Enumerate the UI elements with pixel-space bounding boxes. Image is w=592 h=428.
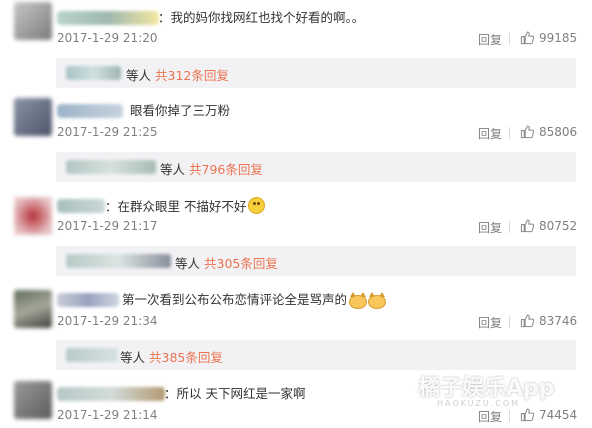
avatar[interactable] (14, 381, 52, 419)
like-count: 99185 (539, 30, 578, 45)
reply-summary-text: 等人 共312条回复 (126, 68, 229, 83)
replier-names-blurred (66, 348, 118, 362)
like-button[interactable]: 80752 (520, 218, 577, 233)
reply-button[interactable]: 回复 (478, 125, 502, 142)
reply-button[interactable]: 回复 (478, 314, 502, 331)
watermark-brand: 橘子娱乐App (418, 376, 555, 401)
comment-text: ：所以 天下网红是一家啊 (164, 386, 306, 401)
replier-names-blurred (66, 66, 121, 80)
watermark-site: HAOKUZU.COM (437, 399, 521, 408)
view-replies-link[interactable]: 共796条回复 (189, 162, 263, 177)
like-button[interactable]: 85806 (520, 124, 577, 139)
thumbs-up-icon (520, 314, 535, 328)
like-button[interactable]: 99185 (520, 30, 577, 45)
username-blurred[interactable] (57, 293, 119, 307)
username-blurred[interactable] (57, 104, 123, 118)
comment-text: ：在群众眼里 不描好不好 (105, 197, 266, 215)
reply-summary[interactable]: 等人 共385条回复 (56, 340, 576, 370)
smile-emoji (248, 197, 266, 214)
comment-text: 眼看你掉了三万粉 (130, 103, 231, 118)
avatar[interactable] (14, 290, 52, 328)
reply-summary[interactable]: 等人 共796条回复 (56, 152, 576, 182)
divider (509, 127, 510, 139)
avatar[interactable] (14, 197, 52, 235)
view-replies-link[interactable]: 共385条回复 (149, 350, 223, 365)
comment-time: 2017-1-29 21:25 (57, 125, 158, 139)
replier-names-blurred (66, 254, 171, 268)
username-blurred[interactable] (57, 199, 105, 213)
cat-emoji (349, 292, 368, 309)
reply-summary-text: 等人 共385条回复 (120, 350, 223, 365)
divider (509, 316, 510, 328)
reply-summary-text: 等人 共305条回复 (175, 256, 278, 271)
thumbs-up-icon (520, 408, 535, 422)
like-count: 80752 (539, 218, 578, 233)
like-count: 85806 (539, 124, 578, 139)
comment-text: ：我的妈你找网红也找个好看的啊。。 (158, 10, 365, 25)
comment-time: 2017-1-29 21:34 (57, 314, 158, 328)
thumbs-up-icon (520, 219, 535, 233)
comment-time: 2017-1-29 21:17 (57, 219, 158, 233)
username-blurred[interactable] (57, 11, 159, 25)
divider (509, 410, 510, 422)
replier-names-blurred (66, 160, 156, 174)
comment-time: 2017-1-29 21:20 (57, 31, 158, 45)
thumbs-up-icon (520, 31, 535, 45)
avatar[interactable] (14, 98, 52, 136)
avatar[interactable] (14, 2, 52, 40)
reply-summary[interactable]: 等人 共312条回复 (56, 58, 576, 88)
reply-summary-text: 等人 共796条回复 (160, 162, 263, 177)
reply-button[interactable]: 回复 (478, 408, 502, 425)
reply-button[interactable]: 回复 (478, 31, 502, 48)
view-replies-link[interactable]: 共305条回复 (204, 256, 278, 271)
reply-button[interactable]: 回复 (478, 219, 502, 236)
cat-emoji (368, 292, 387, 309)
divider (509, 33, 510, 45)
like-button[interactable]: 83746 (520, 313, 577, 328)
thumbs-up-icon (520, 125, 535, 139)
divider (509, 221, 510, 233)
comment-text: 第一次看到公布公布恋情评论全是骂声的 (122, 292, 387, 309)
comment-time: 2017-1-29 21:14 (57, 408, 158, 422)
view-replies-link[interactable]: 共312条回复 (155, 68, 229, 83)
reply-summary[interactable]: 等人 共305条回复 (56, 246, 576, 276)
like-count: 74454 (539, 407, 578, 422)
like-button[interactable]: 74454 (520, 407, 577, 422)
like-count: 83746 (539, 313, 578, 328)
username-blurred[interactable] (57, 387, 165, 401)
